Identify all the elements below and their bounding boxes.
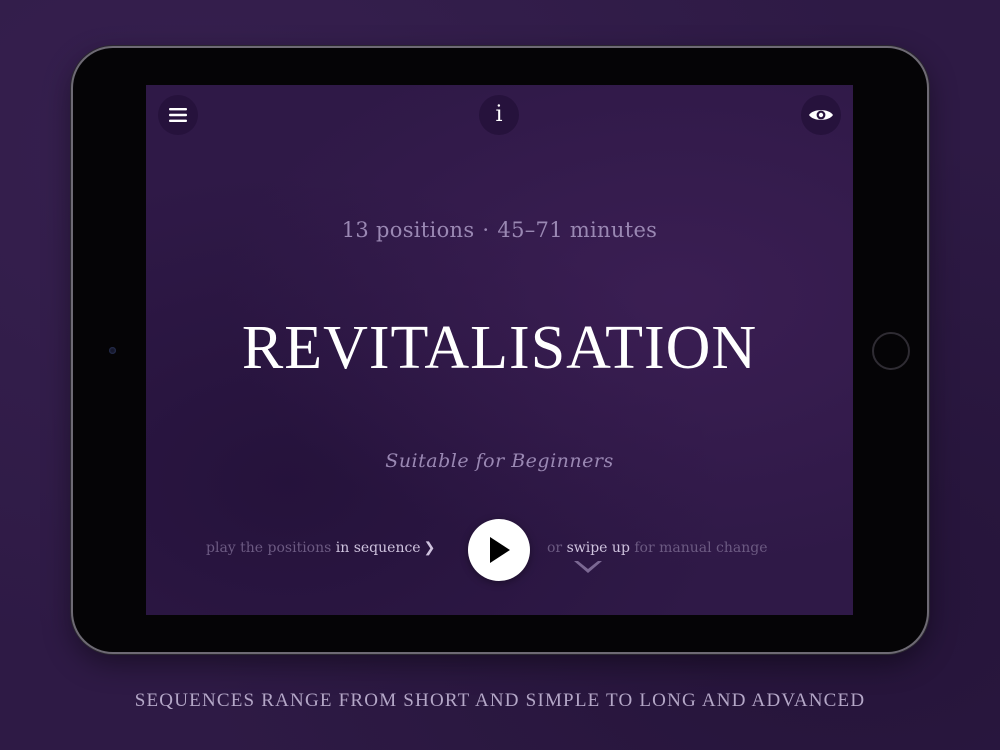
hamburger-icon xyxy=(169,108,187,122)
play-hint-prefix: play the positions xyxy=(206,540,332,556)
difficulty-level: Suitable for Beginners xyxy=(385,450,614,472)
info-icon: i xyxy=(495,102,503,127)
chevron-down-icon[interactable] xyxy=(573,559,603,575)
swipe-hint-suffix: for manual change xyxy=(634,540,768,556)
promo-caption: SEQUENCES RANGE FROM SHORT AND SIMPLE TO… xyxy=(134,690,866,711)
front-camera xyxy=(109,347,116,354)
play-button[interactable] xyxy=(468,519,530,581)
meta-separator: · xyxy=(482,218,490,242)
info-button[interactable]: i xyxy=(479,95,519,135)
app-screen: i 13 positions · 45–71 minutes REVITALISAT… xyxy=(146,85,853,615)
home-button[interactable] xyxy=(872,332,910,370)
play-icon xyxy=(490,537,510,563)
sequence-meta: 13 positions · 45–71 minutes xyxy=(146,218,853,242)
duration-range: 45–71 minutes xyxy=(497,218,658,242)
swipe-hint-emphasis: swipe up xyxy=(566,540,630,556)
play-sequence-hint: play the positions in sequence ❯ xyxy=(206,540,456,556)
visibility-button[interactable] xyxy=(801,95,841,135)
eye-icon xyxy=(809,110,833,120)
swipe-hint-prefix: or xyxy=(547,540,563,556)
play-hint-emphasis: in sequence xyxy=(335,540,421,556)
menu-button[interactable] xyxy=(158,95,198,135)
sequence-title: REVITALISATION xyxy=(241,314,758,382)
tablet-device: i 13 positions · 45–71 minutes REVITALISAT… xyxy=(73,48,927,652)
swipe-up-hint: or swipe up for manual change xyxy=(547,540,797,556)
promo-stage: i 13 positions · 45–71 minutes REVITALISAT… xyxy=(0,0,1000,750)
chevron-right-icon: ❯ xyxy=(423,540,436,556)
positions-count: 13 positions xyxy=(341,218,475,242)
